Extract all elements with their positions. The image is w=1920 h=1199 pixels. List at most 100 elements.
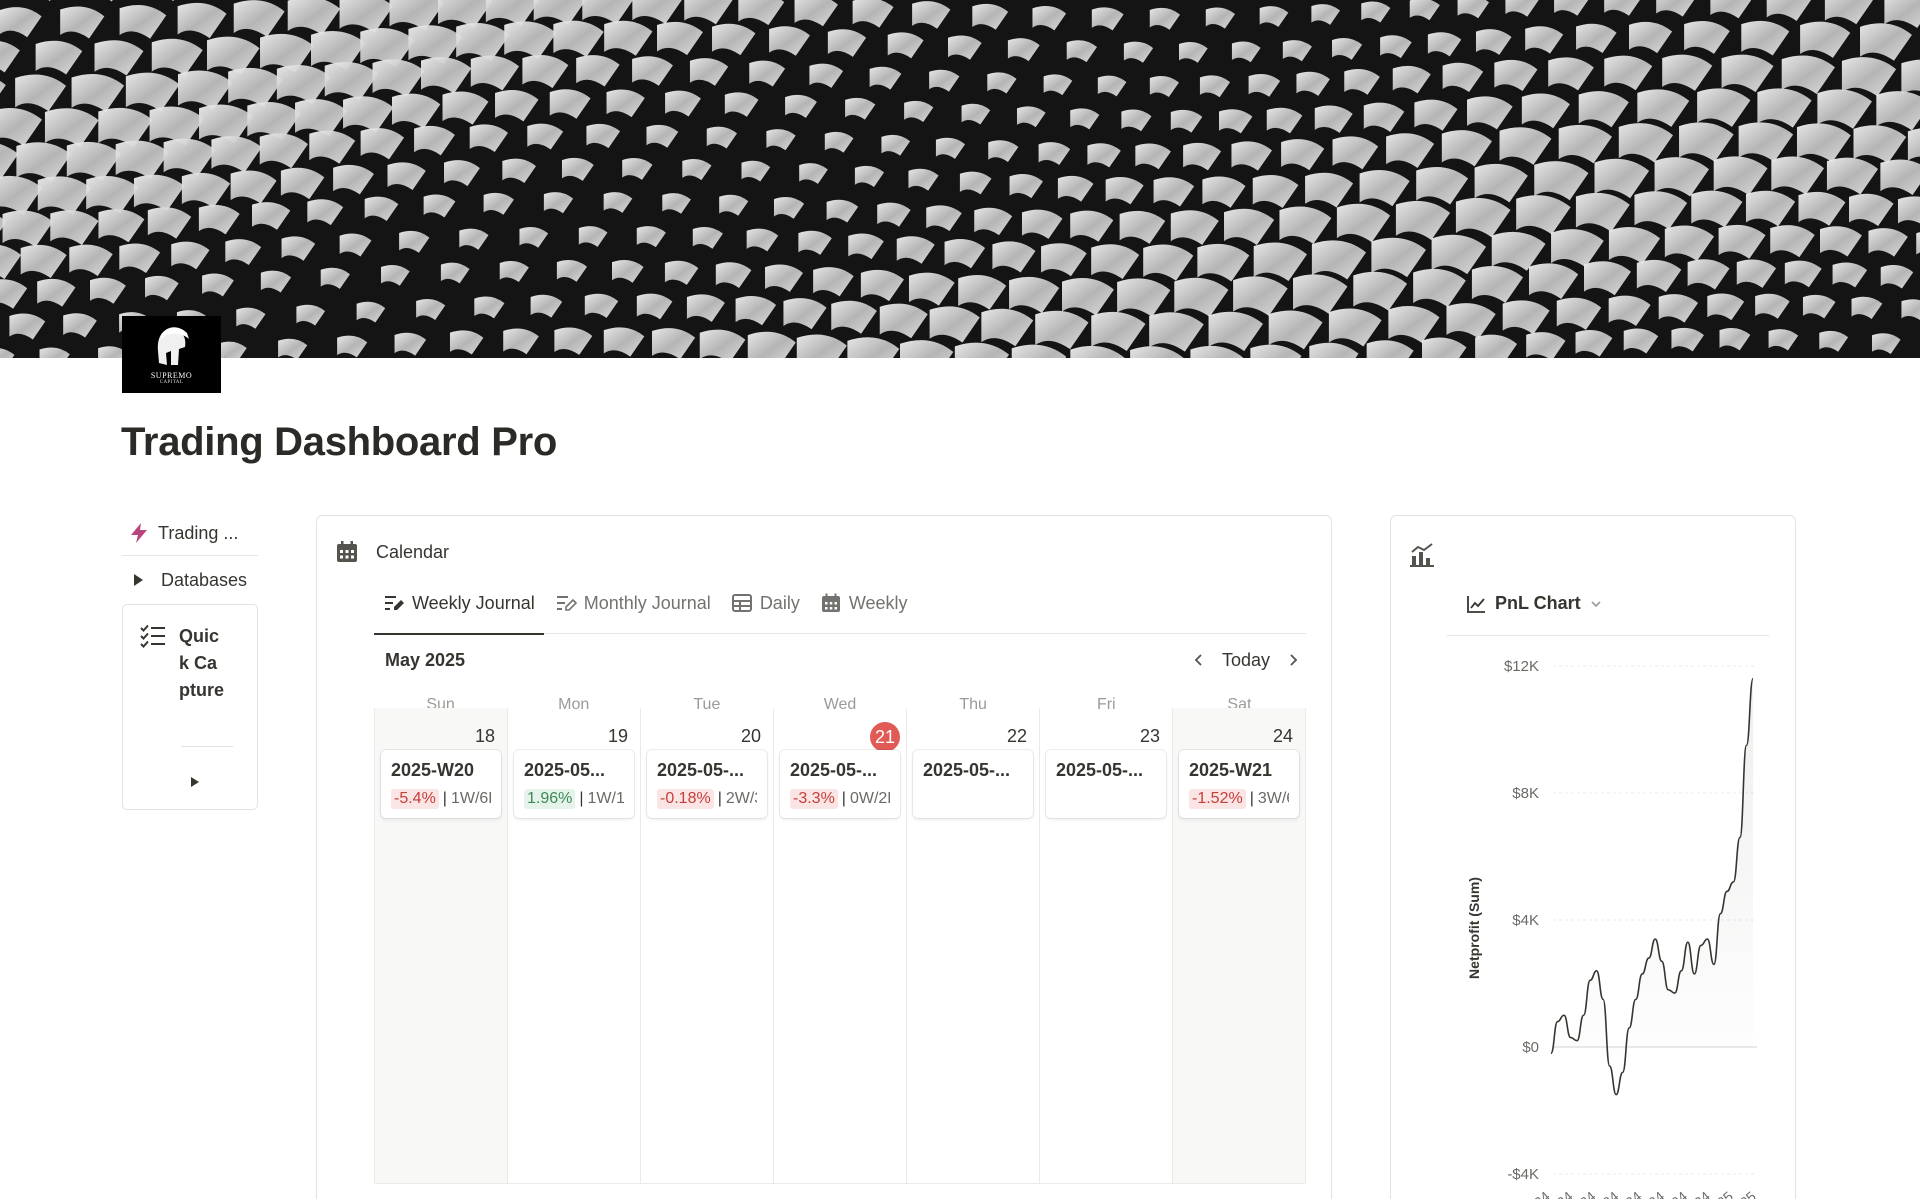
journal-card[interactable]: 2025-05-... -0.18%|2W/3L [647, 750, 767, 818]
y-tick-label: $8K [1512, 785, 1539, 802]
databases-label: Databases [161, 569, 248, 590]
edit-list-icon [385, 596, 404, 610]
separator: | [579, 790, 584, 807]
x-tick-label: 25 [1714, 1188, 1736, 1199]
calendar-day[interactable]: 18 2025-W20 -5.4%|1W/6L [375, 708, 508, 1183]
calendar-icon [821, 593, 840, 612]
separator: | [442, 790, 447, 807]
lightning-icon [131, 523, 147, 543]
pnl-percent-badge: -0.18% [657, 789, 714, 809]
pnl-percent-badge: -5.4% [391, 789, 439, 809]
today-button[interactable]: Today [1212, 650, 1280, 671]
calendar-day[interactable]: 21 2025-05-... -3.3%|0W/2L [774, 708, 907, 1183]
x-tick-label: 24 [1622, 1188, 1644, 1199]
calendar-title: Calendar [376, 541, 450, 562]
page-title: Trading Dashboard Pro [121, 420, 557, 464]
card-stats: -0.18%|2W/3L [657, 789, 757, 809]
separator: | [841, 790, 846, 807]
day-number: 22 [1006, 726, 1027, 746]
pnl-percent-badge: 1.96% [524, 789, 576, 809]
calendar-grid: 182025-W20-5.4%|1W/6L192025-05...1.96%|1… [374, 708, 1306, 1184]
calendar-day[interactable]: 23 2025-05-... [1040, 708, 1173, 1183]
trading-link[interactable]: Trading ... [122, 515, 258, 551]
calendar-header: Calendar [335, 540, 449, 564]
day-number: 19 [607, 726, 628, 746]
journal-card[interactable]: 2025-W20 -5.4%|1W/6L [381, 750, 501, 818]
card-title: 2025-W20 [391, 760, 475, 780]
tab-weekly-journal[interactable]: Weekly Journal [374, 572, 544, 635]
divider [181, 746, 233, 747]
day-number: 23 [1139, 726, 1160, 746]
divider [122, 555, 258, 556]
chart-tab-label: PnL Chart [1495, 593, 1581, 613]
today-date-badge: 21 [870, 722, 900, 752]
y-tick-label: $4K [1512, 912, 1539, 929]
logo-sub: CAPITAL [159, 379, 184, 385]
pnl-percent-badge: -3.3% [790, 789, 838, 809]
tab-label: Weekly [848, 592, 908, 613]
left-column: Trading ... Databases Quick Capture [122, 515, 258, 810]
next-button[interactable] [1280, 647, 1306, 673]
card-stats: -3.3%|0W/2L [790, 789, 890, 809]
pnl-percent-badge: -1.52% [1189, 789, 1246, 809]
card-title: 2025-05... [524, 760, 606, 780]
prev-button[interactable] [1186, 647, 1212, 673]
day-number: 24 [1272, 726, 1293, 746]
checklist-icon [140, 624, 165, 648]
cover-image [0, 0, 1920, 358]
journal-card[interactable]: 2025-W21 -1.52%|3W/6L [1179, 750, 1299, 818]
x-tick-label: 24 [1599, 1188, 1621, 1199]
calendar-day[interactable]: 20 2025-05-... -0.18%|2W/3L [641, 708, 774, 1183]
journal-card[interactable]: 2025-05-... [913, 750, 1033, 818]
chart-icon [1410, 543, 1434, 567]
win-loss-count: 2W/3L [725, 790, 757, 807]
line-chart-icon [1467, 595, 1485, 613]
tab-monthly-journal[interactable]: Monthly Journal [546, 572, 720, 634]
chart-panel: PnL Chart $12K $8K $4K $0 -$4K Netprofit (Sum… [1390, 515, 1796, 1199]
y-tick-label: $0 [1522, 1039, 1539, 1056]
y-axis-label: Netprofit (Sum) [1466, 877, 1482, 979]
chevron-down-icon [1591, 600, 1601, 607]
view-tabs: Weekly Journal Monthly Journal Daily Wee… [374, 572, 1306, 635]
journal-card[interactable]: 2025-05-... [1046, 750, 1166, 818]
card-title: 2025-05-... [1056, 760, 1144, 780]
separator: | [717, 790, 722, 807]
chevron-left-icon [1194, 654, 1202, 666]
tab-weekly[interactable]: Weekly [811, 572, 917, 634]
tab-pnl-chart[interactable]: PnL Chart [1447, 572, 1769, 636]
day-number: 20 [740, 726, 761, 746]
card-stats: 1.96%|1W/1L [524, 789, 624, 809]
page-logo: SUPREMO CAPITAL [122, 316, 221, 393]
separator: | [1249, 790, 1254, 807]
calendar-icon [337, 541, 357, 562]
databases-toggle[interactable]: Databases [122, 560, 258, 600]
calendar-day[interactable]: 24 2025-W21 -1.52%|3W/6L [1173, 708, 1305, 1183]
x-tick-label: 24 [1531, 1188, 1553, 1199]
pnl-line-chart: $12K$8K$4K$0-$4KNetprofit (Sum)242424242… [1466, 658, 1759, 1199]
x-tick-label: 24 [1554, 1188, 1576, 1199]
day-number: 18 [474, 726, 495, 746]
quick-capture-label[interactable]: Quick Capture [179, 623, 227, 704]
tab-daily[interactable]: Daily [722, 572, 809, 634]
toggle-triangle-icon[interactable] [191, 777, 199, 787]
journal-card[interactable]: 2025-05... 1.96%|1W/1L [514, 750, 634, 818]
x-tick-label: 24 [1576, 1188, 1598, 1199]
journal-card[interactable]: 2025-05-... -3.3%|0W/2L [780, 750, 900, 818]
win-loss-count: 3W/6L [1257, 790, 1289, 807]
win-loss-count: 1W/1L [587, 790, 624, 807]
x-tick-label: 25 [1737, 1188, 1759, 1199]
tab-label: Weekly Journal [412, 592, 535, 613]
card-title: 2025-05-... [923, 760, 1011, 780]
calendar-panel: Calendar Weekly Journal Monthly Journal [316, 515, 1332, 1199]
win-loss-count: 0W/2L [849, 790, 890, 807]
month-navigation: May 2025 Today [374, 634, 1306, 686]
calendar-day[interactable]: 22 2025-05-... [907, 708, 1040, 1183]
month-label: May 2025 [385, 649, 466, 670]
tab-label: Monthly Journal [583, 592, 711, 613]
calendar-day[interactable]: 192025-05... 1.96%|1W/1L [508, 708, 641, 1183]
x-tick-label: 24 [1645, 1188, 1667, 1199]
table-icon [731, 594, 752, 612]
edit-list-icon [556, 596, 577, 611]
spartan-helmet-icon [157, 326, 189, 365]
card-stats: -5.4%|1W/6L [391, 789, 491, 809]
